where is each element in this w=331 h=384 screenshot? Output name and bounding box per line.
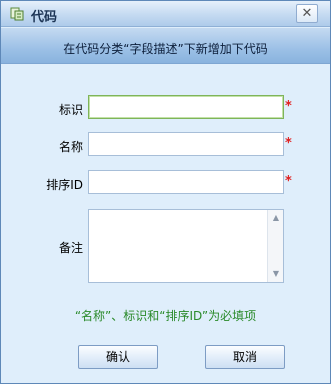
- dialog-window: 代码 ✕ 在代码分类“字段描述”下新增加下代码 标识 * 名称 * 排序ID *…: [0, 0, 331, 384]
- order-id-input[interactable]: [88, 170, 284, 194]
- close-button[interactable]: ✕: [296, 4, 318, 23]
- close-icon: ✕: [301, 6, 313, 21]
- required-fields-hint: “名称”、标识和“排序ID”为必填项: [74, 309, 257, 323]
- id-input[interactable]: [88, 95, 284, 119]
- name-input[interactable]: [88, 132, 284, 156]
- order-id-label: 排序ID: [46, 178, 83, 192]
- confirm-button[interactable]: 确认: [78, 345, 158, 369]
- title-bar[interactable]: 代码 ✕: [1, 1, 330, 27]
- header-banner: 在代码分类“字段描述”下新增加下代码: [1, 28, 330, 64]
- window-title: 代码: [31, 10, 58, 25]
- name-label: 名称: [58, 140, 83, 154]
- cancel-button[interactable]: 取消: [205, 345, 285, 369]
- name-required-mark: *: [285, 136, 292, 151]
- scroll-down-icon[interactable]: ▼: [268, 267, 284, 281]
- scroll-up-icon[interactable]: ▲: [268, 211, 284, 225]
- remark-label: 备注: [58, 241, 83, 255]
- remark-textarea[interactable]: [89, 210, 267, 282]
- id-label: 标识: [58, 103, 83, 117]
- order-id-required-mark: *: [285, 174, 292, 189]
- app-icon: [10, 7, 24, 21]
- id-required-mark: *: [285, 99, 292, 114]
- banner-text: 在代码分类“字段描述”下新增加下代码: [63, 42, 268, 56]
- remark-field: ▲ ▼: [88, 209, 284, 283]
- remark-scrollbar[interactable]: ▲ ▼: [267, 210, 283, 282]
